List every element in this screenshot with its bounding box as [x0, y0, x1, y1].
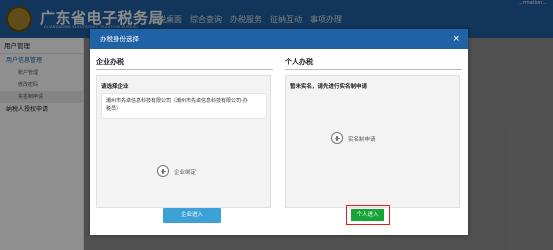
bind-company-link[interactable]: 企业绑定: [174, 168, 196, 176]
enterprise-panel: 请选择企业 潮州市先卓信息科技有限公司（潮州市先卓信息科技有限公司-办 税员） …: [96, 75, 271, 208]
personal-divider: [285, 69, 462, 70]
modal-header: 办税身份选择 ×: [90, 29, 468, 49]
close-icon[interactable]: ×: [452, 29, 460, 49]
realname-notice: 暂未实名，请先进行实名制申请: [290, 84, 368, 90]
enterprise-enter-button[interactable]: 企业进入: [163, 208, 221, 223]
add-circle-icon[interactable]: [157, 165, 169, 177]
personal-panel: 暂未实名，请先进行实名制申请 实名制申请: [285, 75, 460, 208]
add-circle-icon[interactable]: [331, 132, 343, 144]
personal-heading: 个人办税: [285, 58, 313, 66]
modal-title: 办税身份选择: [100, 35, 139, 43]
realname-apply-link[interactable]: 实名制申请: [348, 135, 376, 143]
company-option-line2: 税员）: [106, 106, 122, 112]
personal-enter-highlight: 个人进入: [346, 205, 390, 225]
company-option[interactable]: 潮州市先卓信息科技有限公司（潮州市先卓信息科技有限公司-办 税员）: [101, 93, 267, 119]
select-company-label: 请选择企业: [101, 84, 129, 90]
personal-enter-button[interactable]: 个人进入: [351, 209, 384, 221]
identity-select-modal: 办税身份选择 × 企业办税 请选择企业 潮州市先卓信息科技有限公司（潮州市先卓信…: [90, 29, 468, 235]
company-option-line1: 潮州市先卓信息科技有限公司（潮州市先卓信息科技有限公司-办: [106, 98, 248, 104]
enterprise-heading: 企业办税: [96, 58, 124, 66]
enterprise-divider: [96, 69, 273, 70]
